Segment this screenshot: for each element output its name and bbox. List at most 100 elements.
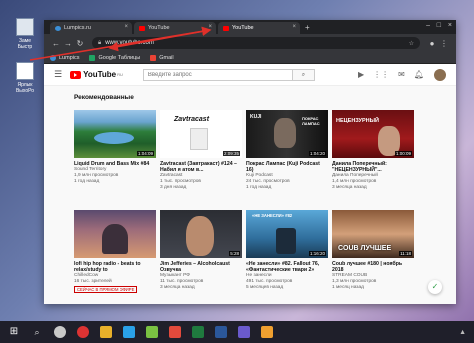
thumbnail-text: ПОКРАС ЛАМПАС <box>302 116 320 126</box>
youtube-favicon-icon <box>139 25 145 31</box>
profile-icon[interactable]: ● <box>426 39 438 48</box>
search-input[interactable] <box>142 68 293 81</box>
duration-badge: 1:04:09 <box>136 151 154 156</box>
video-thumbnail[interactable]: KUJI ПОКРАС ЛАМПАС 1:04:20 <box>246 110 328 158</box>
app-icon[interactable] <box>146 326 158 338</box>
tab-title: YouTube <box>232 25 254 31</box>
back-icon[interactable]: ← <box>50 39 62 48</box>
notifications-bell-icon[interactable]: 🔔︎ <box>414 70 424 79</box>
tab-youtube-1[interactable]: YouTube × <box>134 22 216 34</box>
bookmark-gmail[interactable]: Gmail <box>150 54 174 61</box>
shortcut-icon <box>16 62 34 80</box>
tab-title: YouTube <box>148 25 170 31</box>
bookmark-lumpics[interactable]: Lumpics <box>50 54 79 61</box>
app-icon[interactable] <box>261 326 273 338</box>
thumbnail-figure <box>190 128 208 150</box>
video-card[interactable]: НЕЦЕНЗУРНЫЙ 1:00:09 Данила Поперечный: "… <box>332 110 414 191</box>
video-card[interactable]: Zavtracast 2:09:35 Zavtracast (Завтракас… <box>160 110 242 191</box>
apps-grid-icon[interactable]: ⋮⋮ <box>373 70 389 79</box>
gmail-icon <box>150 54 157 61</box>
video-card[interactable]: «НЕ ЗАНЕСЛИ» #82 1:16:20 «Не занесли» #8… <box>246 210 328 293</box>
upload-age: 3 дня назад <box>160 185 187 190</box>
video-card[interactable]: COUB ЛУЧШЕЕ 11:18 Coub лучшее #180 | ноя… <box>332 210 414 293</box>
app-icon[interactable] <box>238 326 250 338</box>
bookmark-star-icon[interactable]: ☆ <box>409 40 414 47</box>
video-title[interactable]: Покрас Лампас (Kuji Podcast 16) <box>246 161 328 173</box>
video-thumbnail[interactable]: 1:04:09 <box>74 110 156 158</box>
close-icon[interactable]: × <box>124 24 128 30</box>
new-tab-button[interactable]: + <box>305 23 310 32</box>
upload-video-icon[interactable]: ▶ <box>358 70 364 79</box>
browser-toolbar: ← → ↻ 🔒︎ www.youtube.com ☆ ● ⋮ <box>44 34 456 52</box>
upload-age: 1 год назад <box>74 179 100 184</box>
close-icon[interactable]: × <box>292 24 296 30</box>
excel-icon[interactable] <box>192 326 204 338</box>
thumbnail-text: Zavtracast <box>174 116 210 123</box>
close-window-icon[interactable]: × <box>448 22 452 29</box>
search-button[interactable]: ⌕ <box>292 68 315 81</box>
avatar[interactable] <box>434 68 446 81</box>
word-icon[interactable] <box>215 326 227 338</box>
hamburger-menu-icon[interactable]: ☰ <box>54 69 62 80</box>
duration-badge: 5:28 <box>229 251 240 256</box>
search-icon[interactable]: ⌕ <box>31 326 43 338</box>
cortana-icon[interactable] <box>54 326 66 338</box>
youtube-logo[interactable]: YouTube RU <box>70 70 123 79</box>
windows-start-icon[interactable]: ⊞ <box>8 326 20 338</box>
section-title: Рекомендованные <box>74 94 134 101</box>
tab-youtube-2[interactable]: YouTube × <box>218 22 300 34</box>
video-title[interactable]: Jim Jefferies – Alcoholcaust Озвучка <box>160 261 242 273</box>
thumbnail-figure <box>276 228 296 254</box>
shield-check-icon[interactable]: ✓ <box>428 280 442 294</box>
bookmark-label: Google Таблицы <box>98 54 141 61</box>
chrome-icon[interactable] <box>77 326 89 338</box>
tab-lumpics[interactable]: Lumpics.ru × <box>50 22 132 34</box>
explorer-icon[interactable] <box>100 326 112 338</box>
video-card[interactable]: 5:28 Jim Jefferies – Alcoholcaust Озвучк… <box>160 210 242 293</box>
video-title[interactable]: Данила Поперечный: "НЕЦЕНЗУРНЫЙ"... <box>332 161 414 173</box>
bookmark-google-sheets[interactable]: Google Таблицы <box>89 54 141 61</box>
video-title[interactable]: «Не занесли» #82. Fallout 76, «Фантастич… <box>246 261 328 273</box>
app-icon[interactable] <box>169 326 181 338</box>
video-thumbnail[interactable]: Zavtracast 2:09:35 <box>160 110 242 158</box>
video-card[interactable]: lofi hip hop radio - beats to relax/stud… <box>74 210 156 293</box>
system-tray-icon[interactable]: ▲ <box>459 329 466 336</box>
thumbnail-text: НЕЦЕНЗУРНЫЙ <box>336 118 379 124</box>
lock-icon: 🔒︎ <box>98 39 102 46</box>
upload-age: 1 месяц назад <box>332 285 364 290</box>
video-thumbnail[interactable] <box>74 210 156 258</box>
video-thumbnail[interactable]: НЕЦЕНЗУРНЫЙ 1:00:09 <box>332 110 414 158</box>
upload-age: 5 месяцев назад <box>246 285 284 290</box>
video-title[interactable]: Coub лучшее #180 | ноябрь 2018 <box>332 261 414 273</box>
desktop-icon-label: Ярлык ВыхоРо <box>15 82 35 94</box>
reload-icon[interactable]: ↻ <box>74 39 86 48</box>
address-bar[interactable]: 🔒︎ www.youtube.com ☆ <box>92 37 420 49</box>
desktop-icon-note[interactable]: Заме Быстр <box>10 18 40 50</box>
video-row: 1:04:09 Liquid Drum and Bass Mix #84 Sou… <box>74 110 418 191</box>
thumbnail-text: KUJI <box>250 114 262 120</box>
video-thumbnail[interactable]: 5:28 <box>160 210 242 258</box>
minimize-icon[interactable]: – <box>426 22 430 29</box>
browser-window: Lumpics.ru × YouTube × YouTube × + – □ ×… <box>44 20 456 304</box>
youtube-header: ☰ YouTube RU ⌕ ▶ ⋮⋮ ✉ 🔔︎ <box>44 64 456 86</box>
video-title[interactable]: lofi hip hop radio - beats to relax/stud… <box>74 261 156 273</box>
messages-icon[interactable]: ✉ <box>398 70 405 79</box>
video-title[interactable]: Zavtracast (Завтракаст) #124 – Набил я а… <box>160 161 242 173</box>
view-count: 16 тыс. зрителей <box>74 279 112 284</box>
maximize-icon[interactable]: □ <box>437 22 441 29</box>
forward-icon[interactable]: → <box>62 39 74 48</box>
telegram-icon[interactable] <box>123 326 135 338</box>
video-thumbnail[interactable]: «НЕ ЗАНЕСЛИ» #82 1:16:20 <box>246 210 328 258</box>
document-icon <box>16 18 34 36</box>
video-card[interactable]: KUJI ПОКРАС ЛАМПАС 1:04:20 Покрас Лампас… <box>246 110 328 191</box>
menu-icon[interactable]: ⋮ <box>438 39 450 48</box>
video-thumbnail[interactable]: COUB ЛУЧШЕЕ 11:18 <box>332 210 414 258</box>
upload-age: 1 год назад <box>246 185 272 190</box>
close-icon[interactable]: × <box>208 24 212 30</box>
video-card[interactable]: 1:04:09 Liquid Drum and Bass Mix #84 Sou… <box>74 110 156 191</box>
logo-region: RU <box>117 72 123 77</box>
tab-strip: Lumpics.ru × YouTube × YouTube × + – □ × <box>44 20 456 34</box>
desktop-icon-shortcut[interactable]: Ярлык ВыхоРо <box>10 62 40 94</box>
thumbnail-figure <box>186 216 214 256</box>
lumpics-favicon-icon <box>55 25 61 31</box>
